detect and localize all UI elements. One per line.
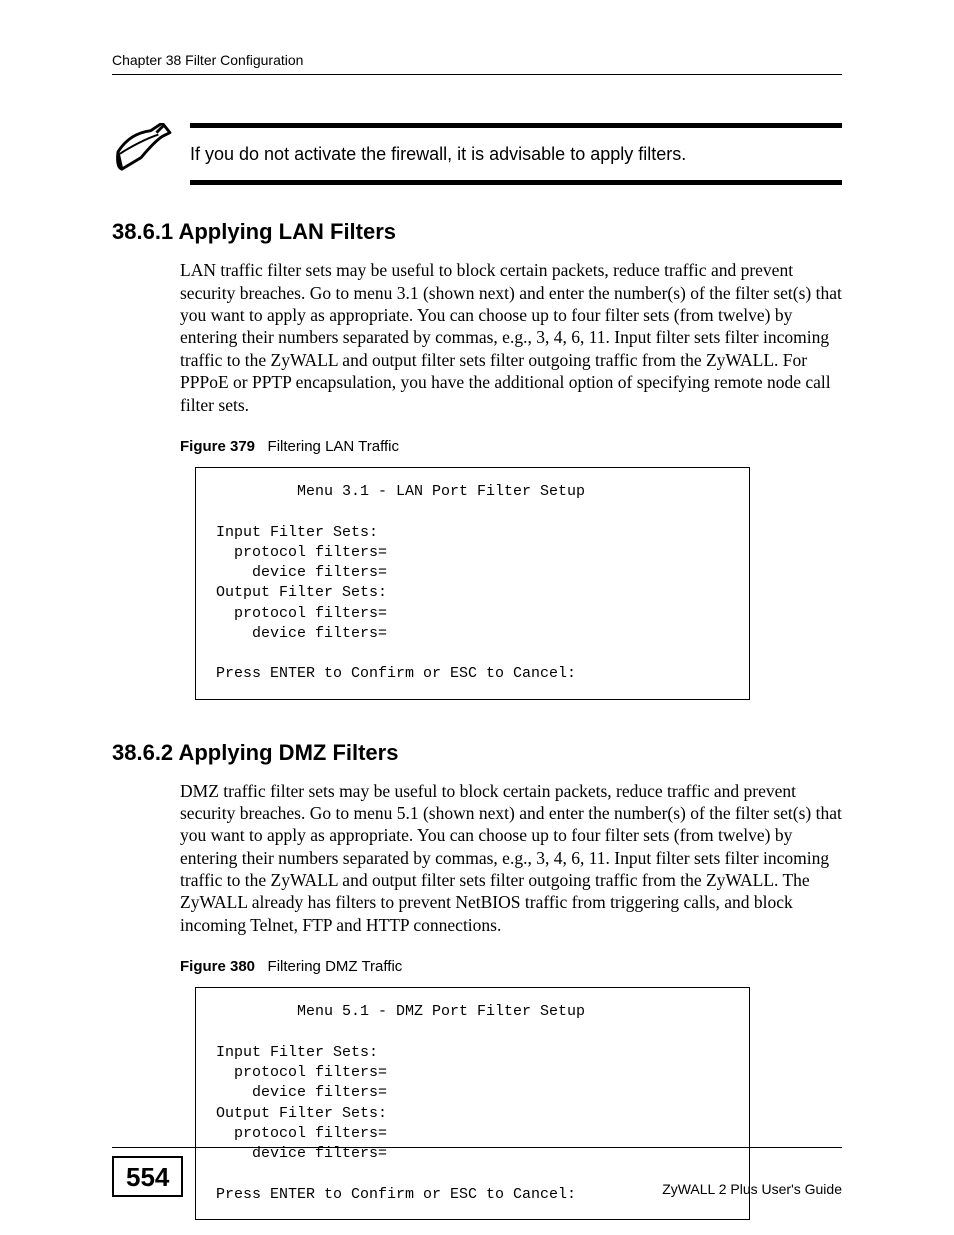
note-icon xyxy=(112,123,174,178)
note-text: If you do not activate the firewall, it … xyxy=(190,123,842,185)
figure-label: Figure 380 xyxy=(180,958,255,975)
figure-title: Filtering DMZ Traffic xyxy=(268,958,403,975)
footer-guide-title: ZyWALL 2 Plus User's Guide xyxy=(662,1181,842,1197)
note-callout: If you do not activate the firewall, it … xyxy=(112,123,842,185)
section-heading-dmz: 38.6.2 Applying DMZ Filters xyxy=(112,740,842,766)
terminal-screen-lan: Menu 3.1 - LAN Port Filter Setup Input F… xyxy=(195,467,750,700)
footer-rule xyxy=(112,1147,842,1148)
figure-title: Filtering LAN Traffic xyxy=(268,438,399,455)
page-footer: 554 ZyWALL 2 Plus User's Guide xyxy=(112,1147,842,1197)
section-body-lan: LAN traffic filter sets may be useful to… xyxy=(180,259,842,416)
figure-caption-380: Figure 380 Filtering DMZ Traffic xyxy=(180,958,842,975)
section-heading-lan: 38.6.1 Applying LAN Filters xyxy=(112,219,842,245)
page-number: 554 xyxy=(112,1156,183,1197)
page: Chapter 38 Filter Configuration If you d… xyxy=(0,0,954,1235)
figure-label: Figure 379 xyxy=(180,438,255,455)
section-body-dmz: DMZ traffic filter sets may be useful to… xyxy=(180,780,842,937)
figure-caption-379: Figure 379 Filtering LAN Traffic xyxy=(180,438,842,455)
running-header: Chapter 38 Filter Configuration xyxy=(112,52,842,75)
